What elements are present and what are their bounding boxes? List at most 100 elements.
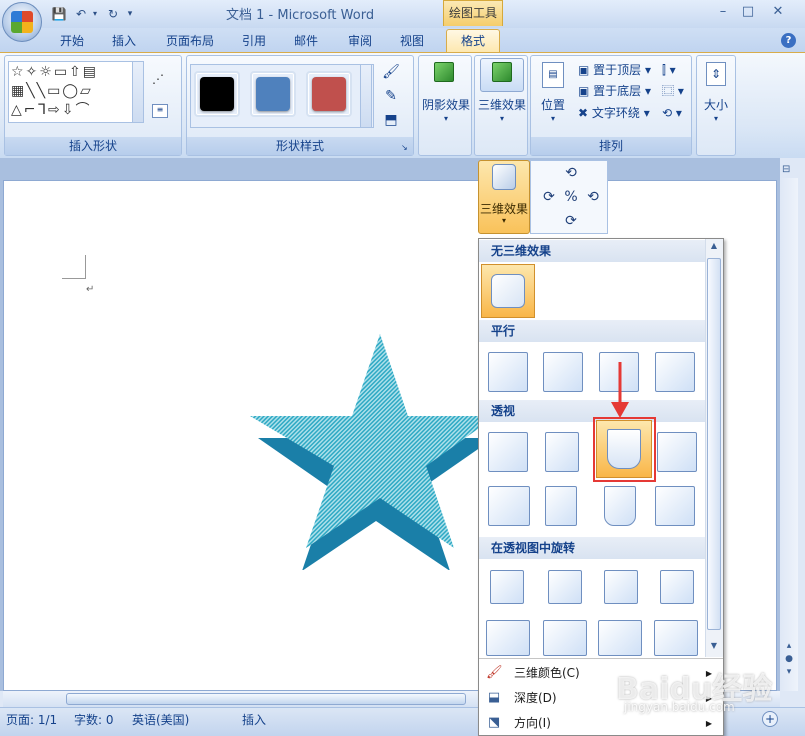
menu-item-label: 方向(I) [514, 716, 551, 730]
perspective-option-1[interactable] [488, 432, 528, 472]
star-shape[interactable] [240, 320, 485, 570]
rotation-option-7[interactable] [598, 620, 642, 656]
perspective-option-8[interactable] [655, 486, 695, 526]
rotation-option-2[interactable] [548, 570, 582, 604]
scroll-up-icon[interactable]: ▲ [707, 241, 721, 255]
redo-icon[interactable]: ↻ [104, 5, 122, 23]
tab-page-layout[interactable]: 页面布局 [158, 31, 222, 51]
rotation-option-4[interactable] [660, 570, 694, 604]
horizontal-scroll-thumb[interactable] [66, 693, 466, 705]
no-3d-icon [491, 274, 525, 308]
change-shape-icon[interactable]: ⬒ [380, 112, 402, 132]
group-label: 形状样式 [187, 137, 413, 155]
browse-object-icon[interactable]: ▴ ● ▾ [782, 640, 796, 680]
tilt-right-icon[interactable]: ⟲ [584, 188, 602, 206]
style-swatch-black[interactable] [194, 71, 240, 117]
parallel-option-2[interactable] [543, 352, 583, 392]
style-gallery-scrollbar[interactable] [360, 64, 372, 128]
margin-marker [62, 255, 86, 279]
save-icon[interactable]: 💾 [50, 5, 68, 23]
perspective-option-2[interactable] [545, 432, 579, 472]
swatch-fill [312, 77, 346, 111]
maximize-button[interactable]: □ [733, 2, 763, 22]
tab-view[interactable]: 视图 [392, 31, 432, 51]
style-swatch-red[interactable] [306, 71, 352, 117]
tab-insert[interactable]: 插入 [104, 31, 144, 51]
undo-icon[interactable]: ↶ [72, 5, 90, 23]
tab-home[interactable]: 开始 [52, 31, 92, 51]
close-button[interactable]: ✕ [763, 2, 793, 22]
text-box-icon[interactable]: ≡ [152, 104, 168, 118]
style-swatch-blue[interactable] [250, 71, 296, 117]
position-icon: ▤ [542, 62, 564, 88]
size-button[interactable]: 大小 [698, 96, 734, 113]
3d-effects-ribbon-button[interactable]: 三维效果 [476, 96, 528, 113]
menu-scroll-thumb[interactable] [707, 258, 721, 630]
align-icon[interactable]: ⫿ ▾ [662, 60, 676, 80]
shape-outline-icon[interactable]: ✎ [380, 88, 402, 108]
rotation-option-8[interactable] [654, 620, 698, 656]
tab-references[interactable]: 引用 [234, 31, 274, 51]
help-icon[interactable]: ? [781, 33, 796, 48]
fill-color-icon: 🖌 [486, 665, 503, 680]
office-button[interactable] [2, 2, 42, 42]
parallel-option-4[interactable] [655, 352, 695, 392]
rotate-icon[interactable]: ⟲ ▾ [662, 103, 682, 123]
tab-mailings[interactable]: 邮件 [286, 31, 326, 51]
text-wrap-label: 文字环绕 [591, 106, 640, 120]
zoom-in-icon[interactable]: + [762, 711, 778, 727]
parallel-option-1[interactable] [488, 352, 528, 392]
menu-divider [479, 658, 723, 659]
customize-qat-icon[interactable]: ▾ [124, 5, 136, 23]
group-icon[interactable]: ⿴ ▾ [662, 81, 684, 101]
swatch-fill [200, 77, 234, 111]
section-parallel: 平行 [479, 320, 705, 342]
highlight-box [593, 417, 656, 482]
tilt-up-icon[interactable]: ⟲ [562, 164, 580, 182]
send-to-back-button[interactable]: ▣ 置于底层 ▾ [578, 81, 651, 101]
tab-review[interactable]: 审阅 [340, 31, 380, 51]
no-3d-option[interactable] [481, 264, 535, 318]
word-count[interactable]: 字数: 0 [74, 712, 114, 728]
gallery-scrollbar[interactable] [132, 61, 144, 123]
shape-fill-icon[interactable]: 🖌 [380, 64, 402, 84]
shapes-gallery[interactable]: ☆✧☼▭⇧▤ ▦╲╲▭◯▱ △⌐ᒣ⇨⇩⌒ [8, 61, 136, 123]
3d-cube-icon [492, 164, 516, 190]
page-count[interactable]: 页面: 1/1 [6, 712, 57, 728]
section-perspective-rotation: 在透视图中旋转 [479, 537, 705, 559]
menu-item-label: 三维颜色(C) [514, 666, 580, 680]
rotation-option-3[interactable] [604, 570, 638, 604]
tilt-down-icon[interactable]: ⟳ [562, 212, 580, 230]
bring-to-front-button[interactable]: ▣ 置于顶层 ▾ [578, 60, 651, 80]
group-label: 排列 [531, 137, 691, 155]
toggle-3d-icon[interactable]: % [562, 188, 580, 206]
chevron-down-icon[interactable]: ▾ [90, 5, 100, 23]
perspective-option-6[interactable] [545, 486, 577, 526]
edit-shape-icon[interactable]: ⋰ [152, 72, 174, 88]
position-button[interactable]: 位置 [534, 96, 572, 113]
text-wrap-button[interactable]: ✖ 文字环绕 ▾ [578, 103, 650, 123]
scroll-down-icon[interactable]: ▼ [707, 641, 721, 655]
perspective-option-7[interactable] [604, 486, 636, 526]
language-status[interactable]: 英语(美国) [132, 712, 189, 728]
dialog-launcher-icon[interactable]: ↘ [401, 143, 411, 153]
shadow-effects-button[interactable]: 阴影效果 [420, 96, 472, 113]
rotation-option-5[interactable] [486, 620, 530, 656]
view-ruler-icon[interactable]: ⊟ [782, 164, 796, 178]
drawing-tools-label: 绘图工具 [443, 0, 503, 26]
direction-icon: ⬔ [487, 715, 501, 730]
office-logo-icon [11, 11, 33, 33]
bring-to-front-label: 置于顶层 [593, 63, 642, 77]
rotation-option-1[interactable] [490, 570, 524, 604]
menu-item-direction[interactable]: ⬔ 方向(I) ▶ [480, 711, 720, 736]
vertical-scrollbar[interactable] [780, 178, 798, 691]
chevron-down-icon: ▾ [501, 216, 506, 225]
tab-format[interactable]: 格式 [446, 29, 500, 53]
rotation-option-6[interactable] [543, 620, 587, 656]
shadow-effects-icon [434, 62, 454, 82]
insert-mode-status[interactable]: 插入 [242, 712, 266, 728]
tilt-left-icon[interactable]: ⟳ [540, 188, 558, 206]
perspective-option-4[interactable] [657, 432, 697, 472]
watermark-url: jingyan.baidu.com [624, 700, 735, 714]
perspective-option-5[interactable] [488, 486, 530, 526]
